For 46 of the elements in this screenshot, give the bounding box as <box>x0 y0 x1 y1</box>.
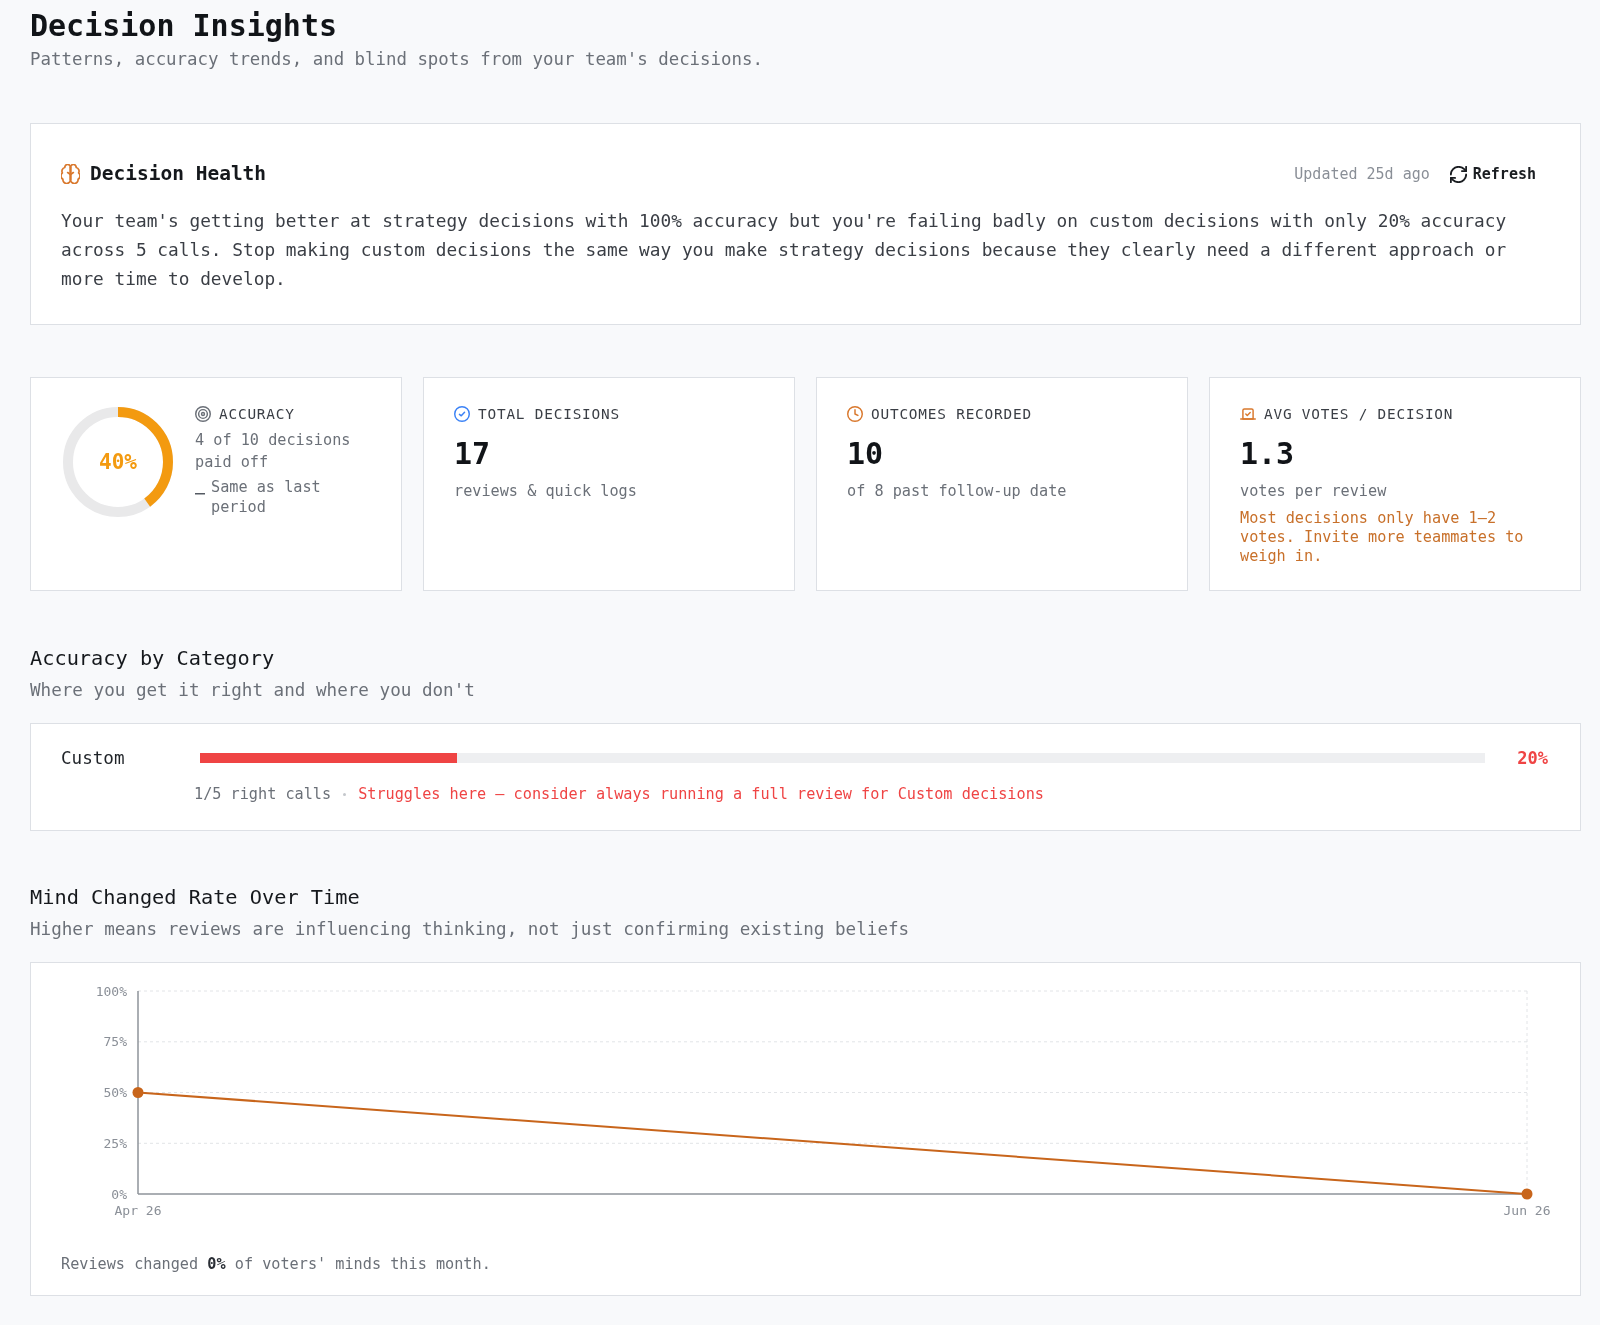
health-summary: Your team's getting better at strategy decisions with 100% accuracy but you're failing badly on custom decisions with only 20% accuracy across 5 calls. Stop making custom decisions the same way you make strategy decisions because they clearly need a different approach or more time to develop. <box>61 209 1508 291</box>
y-axis-label: 100% <box>95 983 127 999</box>
page-title: Decision Insights <box>30 8 339 44</box>
stat-detail: reviews & quick logs <box>454 481 638 501</box>
stat-value: 1.3 <box>1240 436 1296 472</box>
target-icon <box>195 406 211 422</box>
minus-icon <box>195 493 205 495</box>
y-axis-label: 50% <box>103 1085 127 1100</box>
card-title: Decision Health <box>90 161 267 187</box>
section-title: Accuracy by Category <box>30 645 276 671</box>
x-axis-label: Apr 26 <box>114 1203 162 1218</box>
data-point <box>1521 1188 1533 1200</box>
updated-time: Updated 25d ago <box>1294 165 1430 183</box>
category-note: Struggles here — consider always running a full review for Custom decisions <box>358 784 1044 804</box>
stat-label: ACCURACY <box>219 406 295 422</box>
stat-value: 10 <box>847 436 885 472</box>
accuracy-percent: 40% <box>99 450 137 474</box>
data-point <box>132 1087 144 1098</box>
category-record: 1/5 right calls <box>194 784 332 804</box>
refresh-icon <box>1449 165 1467 183</box>
section-title: Mind Changed Rate Over Time <box>30 884 361 910</box>
brain-icon <box>61 164 80 184</box>
ballot-box-icon <box>1240 406 1256 422</box>
stat-detail: of 8 past follow-up date <box>847 481 1068 501</box>
section-subtitle: Where you get it right and where you don't <box>30 679 476 701</box>
stat-detail: 4 of 10 decisions paid off <box>195 430 352 473</box>
stat-value: 17 <box>454 436 492 472</box>
page-subtitle: Patterns, accuracy trends, and blind spots from your team's decisions. <box>30 48 764 70</box>
chart-summary: Reviews changed 0% of voters' minds this month. <box>60 1254 492 1274</box>
clock-icon <box>847 406 863 422</box>
y-axis-label: 25% <box>103 1135 127 1151</box>
stat-warning-text: Most decisions only have 1–2 votes. Invite more teammates to weigh in. <box>1240 509 1525 566</box>
y-axis-label: 75% <box>103 1034 127 1050</box>
stat-label: AVG VOTES / DECISION <box>1264 406 1454 422</box>
refresh-button[interactable]: Refresh <box>1449 163 1536 185</box>
trend-text: Same as last period <box>211 477 322 517</box>
check-circle-icon <box>454 406 470 422</box>
stat-label: TOTAL DECISIONS <box>478 406 620 422</box>
stat-label: OUTCOMES RECORDED <box>871 406 1032 422</box>
section-subtitle: Higher means reviews are influencing thinking, not just confirming existing beliefs <box>30 918 911 940</box>
y-axis-label: 0% <box>111 1186 127 1202</box>
category-name: Custom <box>61 747 126 770</box>
separator-dot-icon <box>343 792 347 796</box>
category-percent: 20% <box>1517 747 1548 770</box>
x-axis-label: Jun 26 <box>1503 1203 1551 1218</box>
stat-detail: votes per review <box>1240 481 1388 501</box>
